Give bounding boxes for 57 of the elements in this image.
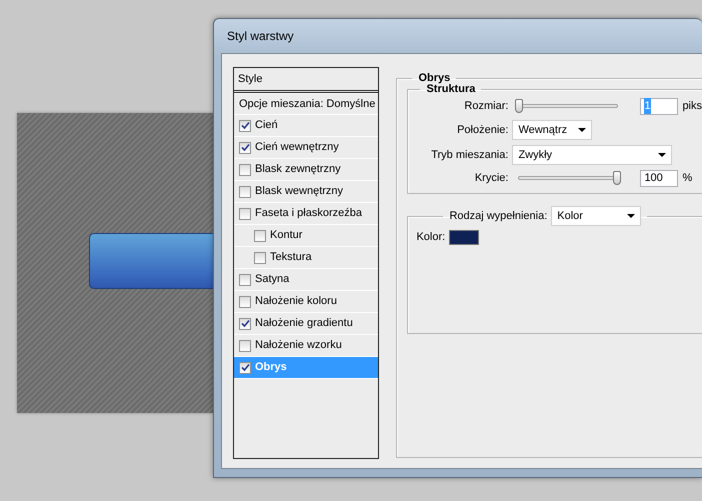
item-label: Obrys [255, 360, 287, 376]
dropdown[interactable]: Kolor [551, 206, 642, 226]
slider-thumb[interactable] [515, 99, 524, 113]
number-field[interactable]: 100 [640, 170, 678, 186]
dropdown[interactable]: Zwykły [512, 145, 672, 165]
caret-icon [658, 153, 666, 157]
item-label: Nałożenie wzorku [255, 338, 342, 354]
style-list-item[interactable]: Tekstura [234, 247, 378, 269]
field-label: Tryb mieszania: [430, 148, 508, 163]
caret-icon [578, 128, 586, 132]
item-label: Satyna [255, 272, 290, 288]
field-label: Położenie: [456, 122, 508, 138]
item-label: Kontur [270, 228, 302, 244]
checkbox[interactable] [254, 252, 266, 264]
item-label: Faseta i płaskorzeźba [255, 206, 362, 222]
blending-options-item[interactable]: Opcje mieszania: Domyślne [234, 93, 378, 115]
field-label: Rodzaj wypełnienia: [449, 210, 548, 222]
unit-label: piks [682, 98, 702, 114]
checkbox[interactable] [239, 296, 251, 308]
style-list-item[interactable]: Faseta i płaskorzeźba [234, 203, 378, 225]
list-header: Style [238, 72, 262, 87]
item-label: Blask wewnętrzny [255, 184, 344, 200]
unit-label: % [682, 170, 692, 186]
caret-icon [627, 214, 636, 218]
group-title: Struktura [426, 84, 476, 95]
group-title: Obrys [417, 73, 452, 84]
checkbox[interactable] [239, 362, 251, 374]
field-label: Rozmiar: [463, 98, 508, 114]
item-label: Cień [255, 118, 278, 134]
checkbox[interactable] [239, 186, 251, 198]
style-list-item[interactable]: Cień [234, 115, 378, 137]
window-title: Styl warstwy [227, 28, 294, 45]
checkbox[interactable] [239, 142, 251, 154]
item-label: Nałożenie koloru [255, 294, 337, 310]
checkbox[interactable] [239, 120, 251, 132]
item-label: Cień wewnętrzny [255, 140, 339, 156]
item-label: Tekstura [270, 250, 312, 266]
item-label: Blask zewnętrzny [255, 162, 341, 178]
checkbox[interactable] [254, 230, 266, 242]
style-list-item[interactable]: Satyna [234, 269, 378, 291]
style-list-item[interactable]: Nałożenie koloru [234, 291, 378, 313]
field-label: Kolor: [416, 230, 446, 245]
color-swatch[interactable] [449, 230, 480, 244]
style-list-item[interactable]: Blask wewnętrzny [234, 181, 378, 203]
style-list-item[interactable]: Nałożenie gradientu [234, 313, 378, 335]
field-label: Krycie: [474, 170, 508, 186]
dropdown[interactable]: Wewnątrz [512, 120, 592, 140]
style-list-item[interactable]: Cień wewnętrzny [234, 137, 378, 159]
style-list-item[interactable]: Blask zewnętrzny [234, 159, 378, 181]
checkbox[interactable] [239, 340, 251, 352]
checkbox[interactable] [239, 274, 251, 286]
item-label: Nałożenie gradientu [255, 316, 353, 332]
checkbox[interactable] [239, 208, 251, 220]
style-list-item[interactable]: Kontur [234, 225, 378, 247]
slider-thumb[interactable] [613, 171, 622, 185]
checkbox[interactable] [239, 164, 251, 176]
checkbox[interactable] [239, 318, 251, 330]
